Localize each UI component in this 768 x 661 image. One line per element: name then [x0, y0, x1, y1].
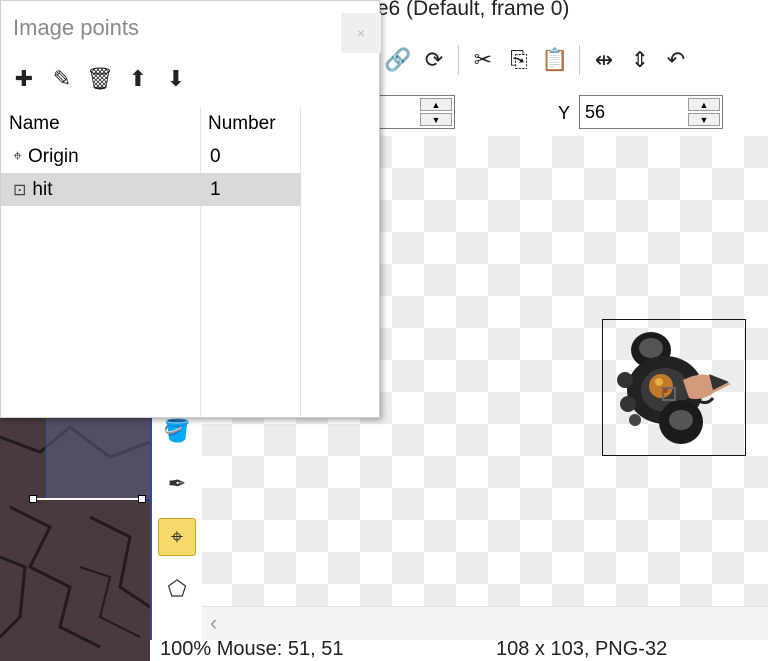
refresh-icon[interactable]: ⟳ [416, 44, 452, 76]
y-label: Y [558, 103, 571, 123]
move-vertical-icon[interactable]: ⇕ [622, 44, 658, 76]
paste-icon[interactable]: 📋 [537, 44, 573, 76]
table-row[interactable]: ⊡ hit 1 [1, 173, 301, 206]
x-spinbox[interactable]: ▲ ▼ [370, 95, 455, 129]
move-up-icon[interactable]: ⬆ [127, 65, 149, 93]
toolbar-separator [458, 45, 459, 75]
dialog-toolbar: ✚ ✎ 🗑 ⬆ ⬇ [13, 65, 187, 93]
dialog-title: Image points [13, 15, 139, 40]
x-down-arrow-icon[interactable]: ▼ [420, 113, 452, 126]
move-down-icon[interactable]: ⬇ [165, 65, 187, 93]
selection-handle[interactable] [29, 495, 37, 503]
selection-edge [32, 498, 144, 500]
horizontal-scrollbar[interactable]: ‹ [200, 606, 768, 641]
eyedropper-icon[interactable]: ✒ [158, 465, 196, 503]
row-number: 0 [210, 146, 221, 167]
edit-icon[interactable]: ✎ [51, 65, 73, 93]
move-horizontal-icon[interactable]: ⇹ [586, 44, 622, 76]
y-up-arrow-icon[interactable]: ▲ [688, 98, 720, 111]
row-name: hit [32, 179, 53, 200]
table-row[interactable]: ⌖ Origin 0 [1, 140, 301, 173]
point-icon: ⊡ [13, 182, 27, 199]
delete-icon[interactable]: 🗑 [86, 65, 114, 93]
crosshair-point-icon[interactable]: ⌖ [158, 518, 196, 556]
row-name: Origin [28, 146, 79, 167]
toolbar-separator [579, 45, 580, 75]
zoom-mouse-status: 100% Mouse: 51, 51 [160, 638, 344, 660]
editor-toolbar: 🔗 ⟳ ✂ ⎘ 📋 ⇹ ⇕ ↶ [380, 40, 768, 80]
scroll-left-icon[interactable]: ‹ [210, 610, 217, 636]
y-down-arrow-icon[interactable]: ▼ [688, 113, 720, 126]
polygon-icon[interactable]: ⬠ [158, 570, 196, 608]
y-spinbox[interactable]: 56 ▲ ▼ [579, 95, 723, 129]
close-icon[interactable]: × [341, 13, 381, 53]
sprite-bounding-box [602, 319, 746, 456]
cut-icon[interactable]: ✂ [465, 44, 501, 76]
undo-icon[interactable]: ↶ [658, 44, 694, 76]
row-name-cell: ⊡ hit [13, 179, 52, 201]
x-up-arrow-icon[interactable]: ▲ [420, 98, 452, 111]
column-header-number[interactable]: Number [208, 113, 276, 135]
image-size-status: 108 x 103, PNG-32 [496, 638, 668, 660]
crosshair-icon: ⌖ [13, 148, 23, 165]
copy-icon[interactable]: ⎘ [501, 44, 537, 76]
column-header-name[interactable]: Name [9, 113, 60, 135]
tool-strip: 🪣 ✒ ⌖ ⬠ [150, 400, 202, 640]
row-name-cell: ⌖ Origin [13, 146, 79, 168]
texture-selection [45, 417, 150, 500]
selection-handle[interactable] [138, 495, 146, 503]
window-title: te6 (Default, frame 0) [371, 0, 570, 20]
y-value[interactable]: 56 [585, 102, 605, 123]
image-points-dialog: Image points × ✚ ✎ 🗑 ⬆ ⬇ Name Number ⌖ O… [0, 0, 381, 418]
points-table: Name Number ⌖ Origin 0 ⊡ hit 1 [1, 107, 301, 417]
link-icon[interactable]: 🔗 [380, 44, 416, 76]
status-bar: 100% Mouse: 51, 51 108 x 103, PNG-32 [150, 638, 768, 661]
add-icon[interactable]: ✚ [13, 65, 35, 93]
sprite-image [617, 332, 731, 444]
texture-preview[interactable] [0, 417, 150, 661]
row-number: 1 [210, 179, 221, 200]
